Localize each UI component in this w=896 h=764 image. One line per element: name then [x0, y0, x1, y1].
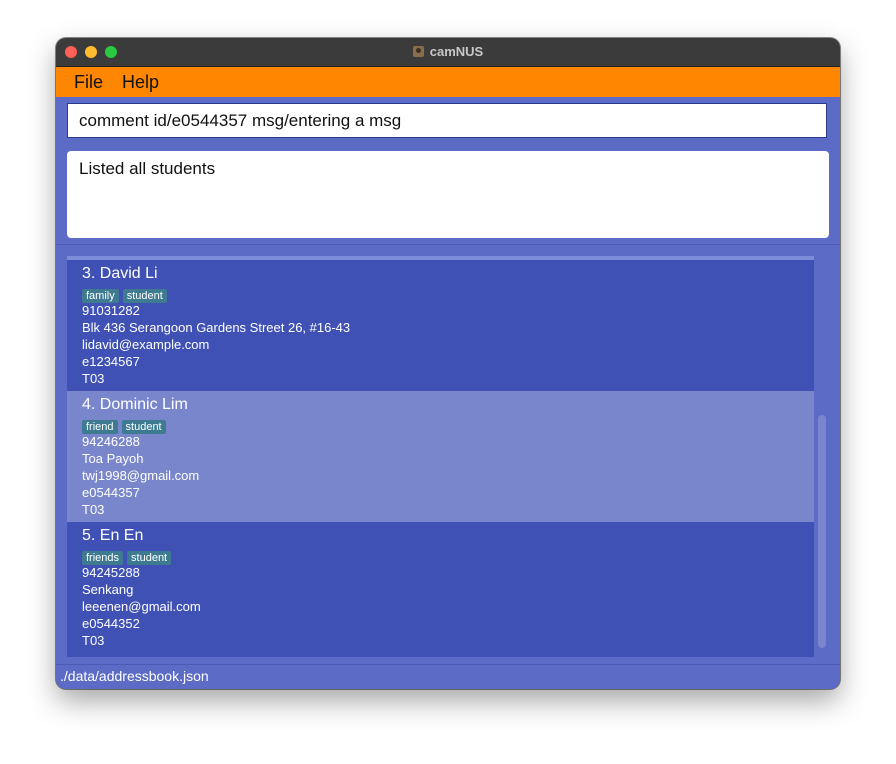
menu-help[interactable]: Help	[122, 72, 159, 93]
tag: student	[127, 551, 172, 565]
person-tutorial: T03	[82, 502, 105, 517]
command-box	[67, 103, 827, 138]
save-location: ./data/addressbook.json	[60, 668, 209, 684]
tag: student	[121, 420, 166, 434]
tag-list: friends student	[82, 548, 175, 566]
window-title-text: camNUS	[429, 44, 484, 59]
person-name: 4. Dominic Lim	[82, 396, 188, 413]
person-email: lidavid@example.com	[82, 337, 210, 352]
result-display: Listed all students	[67, 151, 829, 238]
person-tutorial: T03	[82, 371, 105, 386]
list-scrollbar[interactable]	[817, 256, 827, 653]
tag-list: friend student	[82, 417, 170, 435]
scrollbar-thumb[interactable]	[818, 415, 826, 648]
tag: friends	[82, 551, 124, 565]
title-bar: camNUS	[56, 38, 840, 67]
person-card-selected[interactable]: 4. Dominic Lim friend student 94246288 To…	[67, 391, 814, 522]
person-phone: 91031282	[82, 303, 140, 318]
tag-list: family student	[82, 286, 171, 304]
divider	[56, 244, 840, 245]
result-text: Listed all students	[79, 159, 216, 178]
person-address: Senkang	[82, 582, 134, 597]
status-bar: ./data/addressbook.json	[56, 664, 840, 689]
person-list[interactable]: 3. David Li family student 91031282 Blk 4…	[67, 256, 814, 657]
tag: student	[122, 289, 167, 303]
menu-file[interactable]: File	[74, 72, 103, 93]
tag: friend	[82, 420, 118, 434]
person-student-id: e1234567	[82, 354, 140, 369]
command-input[interactable]	[68, 104, 826, 137]
app-window: camNUS File Help Listed all students 3. …	[56, 38, 840, 689]
person-phone: 94245288	[82, 565, 140, 580]
app-icon	[412, 46, 424, 57]
person-email: twj1998@gmail.com	[82, 468, 200, 483]
person-card[interactable]: 3. David Li family student 91031282 Blk 4…	[67, 260, 814, 391]
person-address: Blk 436 Serangoon Gardens Street 26, #16…	[82, 320, 351, 335]
person-student-id: e0544352	[82, 616, 140, 631]
menu-bar: File Help	[56, 67, 840, 97]
person-card[interactable]: 5. En En friends student 94245288 Senkang…	[67, 522, 814, 653]
person-tutorial: T03	[82, 633, 105, 648]
person-name: 3. David Li	[82, 265, 158, 282]
person-email: leeenen@gmail.com	[82, 599, 201, 614]
person-phone: 94246288	[82, 434, 140, 449]
person-student-id: e0544357	[82, 485, 140, 500]
tag: family	[82, 289, 119, 303]
window-title: camNUS	[56, 44, 840, 59]
person-name: 5. En En	[82, 527, 144, 544]
person-address: Toa Payoh	[82, 451, 144, 466]
